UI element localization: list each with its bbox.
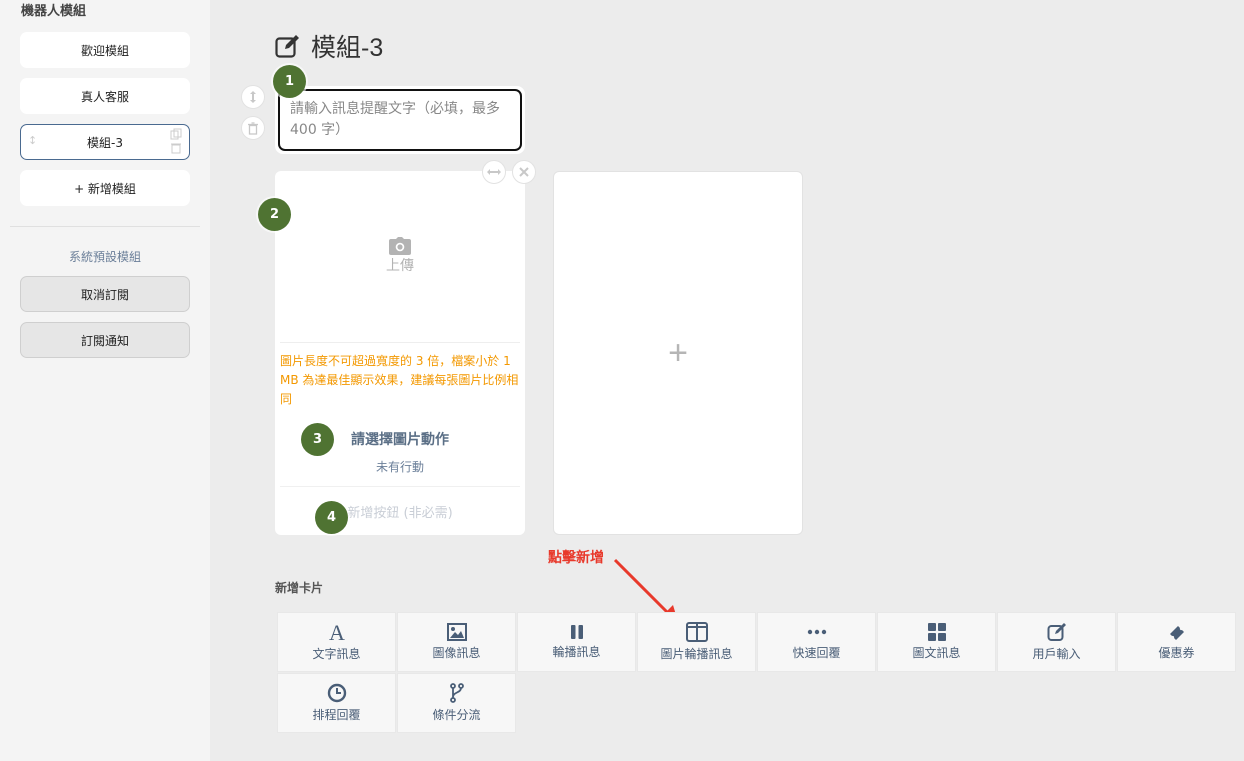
message-text-input[interactable]: [278, 89, 522, 151]
dots-icon: [807, 629, 826, 635]
step-badge-1: 1: [273, 65, 306, 98]
tool-quick-reply[interactable]: 快速回覆: [757, 612, 876, 672]
trash-icon[interactable]: [170, 142, 182, 154]
svg-text:A: A: [329, 622, 345, 642]
tool-conditional-branch[interactable]: 條件分流: [397, 673, 516, 733]
trash-icon[interactable]: [241, 116, 265, 140]
edit-icon: [1047, 623, 1066, 641]
move-vertical-icon[interactable]: [241, 85, 265, 109]
tool-label: 快速回覆: [792, 646, 841, 660]
module-subscribe-notify[interactable]: 訂閱通知: [20, 322, 190, 358]
step-badge-4: 4: [315, 501, 348, 534]
module-label: 真人客服: [80, 89, 129, 104]
sidebar: 機器人模組 歡迎模組 真人客服 ↕ 模組-3 + 新增模組 系統預設模組 取消訂…: [0, 0, 210, 761]
grid-icon: [927, 623, 946, 641]
drag-handle-icon[interactable]: ↕: [28, 134, 37, 147]
module-label: 歡迎模組: [80, 43, 129, 58]
carousel-icon: [570, 625, 583, 639]
resize-horizontal-icon[interactable]: [482, 160, 506, 184]
add-card-button[interactable]: +: [553, 171, 803, 535]
add-module-button[interactable]: + 新增模組: [20, 170, 190, 206]
click-add-hint: 點擊新增: [548, 550, 604, 566]
tool-user-input[interactable]: 用戶輸入: [997, 612, 1116, 672]
tool-label: 排程回覆: [312, 708, 361, 722]
tool-text-message[interactable]: A 文字訊息: [277, 612, 396, 672]
upload-label: 上傳: [386, 258, 414, 274]
system-modules-title: 系統預設模組: [68, 250, 141, 264]
edit-icon: [275, 35, 299, 58]
text-message-block: [275, 86, 525, 154]
module-unsubscribe[interactable]: 取消訂閱: [20, 276, 190, 312]
add-button-optional[interactable]: 新增按鈕 (非必需): [275, 502, 525, 521]
tool-carousel-message[interactable]: 輪播訊息: [517, 612, 636, 672]
ticket-icon: [1169, 626, 1184, 640]
branch-icon: [449, 683, 464, 703]
step-badge-2: 2: [258, 198, 291, 231]
tool-label: 文字訊息: [312, 647, 361, 661]
module-label: 取消訂閱: [80, 287, 129, 302]
image-icon: [446, 623, 467, 641]
tool-label: 圖文訊息: [912, 646, 961, 660]
clock-icon: [327, 683, 346, 703]
module-label: 訂閱通知: [80, 333, 129, 348]
image-size-note: 圖片長度不可超過寬度的 3 倍，檔案小於 1 MB 為達最佳顯示效果，建議每張圖…: [280, 354, 519, 406]
tool-label: 用戶輸入: [1032, 647, 1081, 661]
tool-label: 條件分流: [432, 708, 481, 722]
module-label: 模組-3: [87, 135, 123, 150]
tool-imagemap-message[interactable]: 圖文訊息: [877, 612, 996, 672]
tool-label: 優惠券: [1158, 646, 1195, 660]
image-carousel-icon: [685, 622, 708, 642]
step-badge-3: 3: [301, 423, 334, 456]
tool-scheduled-reply[interactable]: 排程回覆: [277, 673, 396, 733]
page-title-text: 模組-3: [311, 34, 384, 62]
module-3[interactable]: ↕ 模組-3: [20, 124, 190, 160]
module-tools: [170, 128, 182, 154]
module-label: + 新增模組: [74, 181, 136, 196]
camera-icon: [389, 237, 411, 255]
divider: [280, 342, 520, 343]
plus-icon: +: [668, 333, 688, 372]
module-live-agent[interactable]: 真人客服: [20, 78, 190, 114]
tool-image-message[interactable]: 圖像訊息: [397, 612, 516, 672]
module-welcome[interactable]: 歡迎模組: [20, 32, 190, 68]
tool-image-carousel-message[interactable]: 圖片輪播訊息: [637, 612, 756, 672]
add-card-section-label: 新增卡片: [275, 581, 324, 595]
tool-label: 圖像訊息: [432, 646, 481, 660]
tool-label: 圖片輪播訊息: [660, 647, 733, 661]
page-title: 模組-3: [275, 28, 383, 64]
upload-area[interactable]: 上傳: [275, 171, 525, 341]
tool-coupon[interactable]: 優惠券: [1117, 612, 1236, 672]
divider: [10, 226, 200, 227]
sidebar-title: 機器人模組: [21, 4, 87, 19]
copy-icon[interactable]: [170, 128, 182, 140]
image-carousel-card: 上傳 圖片長度不可超過寬度的 3 倍，檔案小於 1 MB 為達最佳顯示效果，建議…: [275, 171, 525, 535]
tool-label: 輪播訊息: [552, 645, 601, 659]
action-status: 未有行動: [375, 460, 424, 474]
text-icon: A: [329, 622, 345, 642]
close-icon[interactable]: [512, 160, 536, 184]
divider: [280, 486, 520, 487]
